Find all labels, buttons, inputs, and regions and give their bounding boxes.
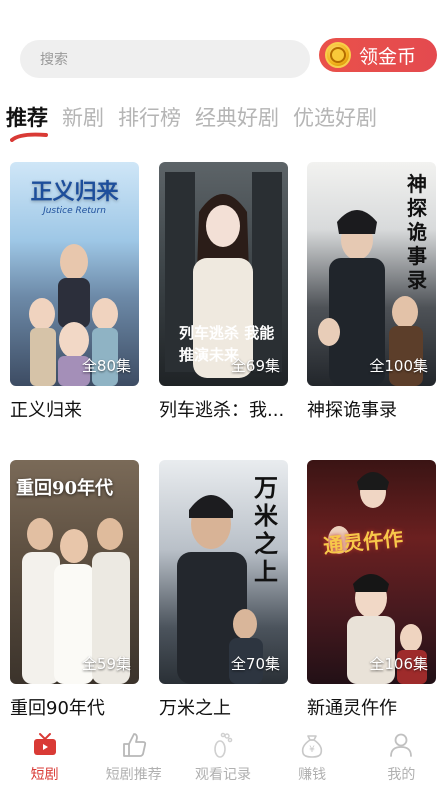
- drama-card[interactable]: 神探诡事录 全100集 神探诡事录: [307, 162, 436, 422]
- tv-icon: [33, 733, 56, 755]
- top-bar: 搜索 领金币: [0, 38, 446, 80]
- drama-title: 新通灵仵作: [307, 698, 397, 719]
- poster-figures: [328, 472, 427, 684]
- episode-count: 全80集: [81, 357, 131, 375]
- bottom-nav: 短剧 短剧推荐 观看记录 ¥ 赚钱 我的: [0, 730, 446, 793]
- thumbs-up-icon: [122, 733, 146, 757]
- drama-title: 万米之上: [159, 698, 231, 719]
- drama-card[interactable]: 通灵仵作 全106集 新通灵仵作: [307, 460, 436, 720]
- tab-label: 推荐: [6, 106, 48, 130]
- drama-title: 神探诡事录: [307, 400, 397, 421]
- nav-item-short-drama[interactable]: 短剧: [0, 730, 89, 793]
- tab-active-underline: [10, 132, 48, 142]
- episode-count: 全100集: [369, 357, 428, 375]
- tab-label: 新剧: [62, 106, 104, 130]
- episode-count: 全106集: [369, 655, 428, 673]
- drama-poster[interactable]: 万米之上 全70集: [159, 460, 288, 684]
- drama-card[interactable]: 列车逃杀 我能推演未来 全69集 列车逃杀：我...: [159, 162, 288, 422]
- poster-title: 重回90年代: [16, 478, 114, 499]
- poster-subtitle: Justice Return: [43, 206, 106, 216]
- tab-selected[interactable]: 优选好剧: [293, 102, 377, 132]
- drama-poster[interactable]: 正义归来 Justice Return 全80集: [10, 162, 139, 386]
- nav-label: 短剧: [30, 767, 59, 783]
- tab-label: 经典好剧: [195, 106, 279, 130]
- nav-label: 短剧推荐: [105, 767, 162, 783]
- drama-poster[interactable]: 神探诡事录 全100集: [307, 162, 436, 386]
- nav-label: 我的: [387, 767, 416, 783]
- episode-count: 全69集: [230, 357, 280, 375]
- tab-ranking[interactable]: 排行榜: [118, 102, 181, 132]
- drama-title: 正义归来: [10, 400, 82, 421]
- claim-coins-button[interactable]: 领金币: [319, 38, 437, 72]
- drama-card[interactable]: 万米之上 全70集 万米之上: [159, 460, 288, 720]
- nav-label: 赚钱: [298, 767, 327, 783]
- nav-item-earn[interactable]: ¥ 赚钱: [268, 730, 357, 793]
- nav-item-recommend[interactable]: 短剧推荐: [89, 730, 178, 793]
- svg-text:¥: ¥: [309, 745, 315, 755]
- poster-title: 神探诡事录: [407, 172, 427, 292]
- drama-title: 列车逃杀：我...: [159, 400, 285, 421]
- footprint-icon: [214, 732, 233, 758]
- drama-card[interactable]: 重回90年代 全59集 重回90年代: [10, 460, 139, 720]
- drama-poster[interactable]: 列车逃杀 我能推演未来 全69集: [159, 162, 288, 386]
- drama-card[interactable]: 正义归来 Justice Return 全80集 正义归来: [10, 162, 139, 422]
- category-tabs: 推荐 新剧 排行榜 经典好剧 优选好剧: [6, 92, 446, 142]
- poster-title: 正义归来: [30, 179, 119, 205]
- tab-label: 优选好剧: [293, 106, 377, 130]
- poster-title: 万米之上: [254, 473, 278, 586]
- money-bag-icon: ¥: [302, 735, 323, 758]
- episode-count: 全59集: [81, 655, 131, 673]
- tab-classic[interactable]: 经典好剧: [195, 102, 279, 132]
- search-input[interactable]: 搜索: [20, 40, 310, 78]
- drama-title: 重回90年代: [10, 698, 105, 719]
- user-icon: [390, 733, 413, 757]
- nav-item-history[interactable]: 观看记录: [178, 730, 267, 793]
- nav-item-profile[interactable]: 我的: [357, 730, 446, 793]
- gold-coin-icon: [325, 42, 351, 68]
- nav-label: 观看记录: [194, 767, 251, 783]
- app-screen: 搜索 领金币 推荐 新剧 排行榜 经典好剧 优选好剧 正义归来 Justice …: [0, 0, 446, 793]
- tab-new[interactable]: 新剧: [62, 102, 104, 132]
- episode-count: 全70集: [230, 655, 280, 673]
- drama-poster[interactable]: 重回90年代 全59集: [10, 460, 139, 684]
- claim-coins-label: 领金币: [359, 45, 417, 68]
- tab-recommend[interactable]: 推荐: [6, 102, 48, 142]
- drama-poster[interactable]: 通灵仵作 全106集: [307, 460, 436, 684]
- search-placeholder: 搜索: [40, 52, 68, 68]
- tab-label: 排行榜: [118, 106, 181, 130]
